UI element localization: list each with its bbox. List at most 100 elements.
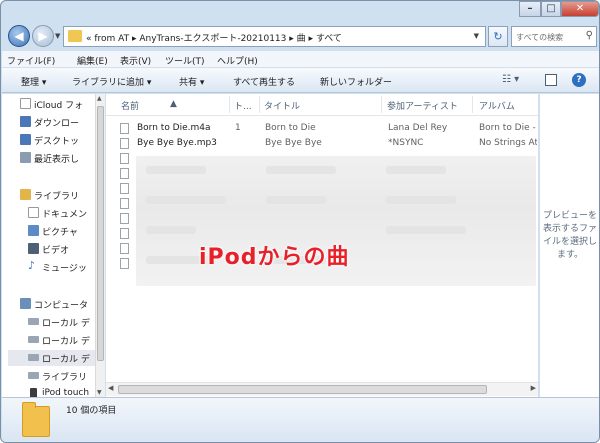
audio-file-icon bbox=[120, 258, 129, 269]
preview-pane-icon[interactable] bbox=[545, 74, 557, 86]
organize-button[interactable]: 整理 ▾ bbox=[21, 75, 46, 88]
scrollbar-thumb[interactable] bbox=[118, 385, 487, 394]
menu-help[interactable]: ヘルプ(H) bbox=[217, 54, 258, 67]
nav-item-downloads[interactable]: ダウンロー bbox=[20, 114, 104, 130]
column-name[interactable]: 名前 bbox=[121, 99, 139, 112]
file-row[interactable]: Born to Die.m4a 1 Born to Die Lana Del R… bbox=[114, 122, 536, 136]
preview-pane: プレビューを表示するファイルを選択します。 bbox=[539, 94, 599, 397]
nav-item-videos[interactable]: ビデオ bbox=[28, 241, 104, 257]
item-count: 10 個の項目 bbox=[66, 406, 117, 416]
scroll-right-icon[interactable]: ▶ bbox=[531, 384, 536, 392]
folder-icon bbox=[68, 30, 82, 42]
audio-file-icon bbox=[120, 228, 129, 239]
documents-icon bbox=[28, 207, 39, 218]
refresh-button[interactable]: ↻ bbox=[488, 26, 508, 47]
file-artist: *NSYNC bbox=[388, 138, 424, 148]
folder-icon bbox=[22, 402, 50, 437]
explorer-window: – □ ✕ ◀ ▶ ▼ « from AT ▸ AnyTrans-エクスポート-… bbox=[0, 0, 600, 443]
computer-icon bbox=[20, 298, 31, 309]
drive-icon bbox=[28, 372, 39, 379]
recent-places-icon bbox=[20, 152, 31, 163]
file-name: Bye Bye Bye.mp3 bbox=[137, 138, 217, 148]
horizontal-scrollbar[interactable]: ◀ ▶ bbox=[106, 382, 538, 396]
file-list: ▲ 名前 ト... タイトル 参加アーティスト アルバム Born to Die… bbox=[106, 94, 538, 397]
nav-item-library-drive[interactable]: ライブラリ bbox=[28, 368, 104, 384]
desktop-icon bbox=[20, 134, 31, 145]
breadcrumb[interactable]: « from AT ▸ AnyTrans-エクスポート-20210113 ▸ 曲… bbox=[86, 31, 342, 44]
nav-item-documents[interactable]: ドキュメン bbox=[28, 205, 104, 221]
nav-item-music[interactable]: ♪ ミュージッ bbox=[28, 259, 104, 275]
pictures-icon bbox=[28, 225, 39, 236]
nav-item-local-disk-1[interactable]: ローカル デ bbox=[28, 314, 104, 330]
menu-bar: ファイル(F) 編集(E) 表示(V) ツール(T) ヘルプ(H) bbox=[2, 51, 599, 68]
sort-ascending-icon: ▲ bbox=[170, 99, 177, 109]
maximize-button[interactable]: □ bbox=[541, 1, 561, 17]
column-header-row: ▲ 名前 ト... タイトル 参加アーティスト アルバム bbox=[106, 94, 538, 116]
file-track: 1 bbox=[235, 123, 241, 133]
icloud-folder-icon bbox=[20, 98, 31, 109]
file-artist: Lana Del Rey bbox=[388, 123, 448, 133]
scroll-up-icon[interactable]: ▲ bbox=[97, 95, 102, 102]
file-row[interactable]: Bye Bye Bye.mp3 Bye Bye Bye *NSYNC No St… bbox=[114, 137, 537, 151]
downloads-icon bbox=[20, 116, 31, 127]
column-title[interactable]: タイトル bbox=[264, 99, 300, 112]
drive-icon bbox=[28, 336, 39, 343]
nav-item-ipod-touch[interactable]: iPod touch bbox=[28, 386, 104, 397]
details-pane: 10 個の項目 bbox=[2, 397, 599, 442]
back-arrow-icon: ◀ bbox=[14, 29, 24, 43]
file-album: Born to Die - bbox=[479, 123, 536, 133]
search-icon[interactable]: ⚲ bbox=[586, 30, 593, 41]
minimize-button[interactable]: – bbox=[519, 1, 541, 17]
help-icon[interactable]: ? bbox=[572, 73, 586, 87]
nav-pane-scrollbar[interactable]: ▲ ▼ bbox=[95, 94, 105, 397]
view-options-icon[interactable]: ☷ ▾ bbox=[502, 74, 519, 85]
menu-tools[interactable]: ツール(T) bbox=[165, 54, 205, 67]
drive-icon bbox=[28, 318, 39, 325]
forward-button[interactable]: ▶ bbox=[32, 25, 54, 47]
audio-file-icon bbox=[120, 153, 129, 164]
nav-item-local-disk-3[interactable]: ローカル デ bbox=[8, 350, 98, 366]
column-track[interactable]: ト... bbox=[234, 99, 252, 112]
scroll-down-icon[interactable]: ▼ bbox=[97, 389, 102, 396]
drive-icon bbox=[28, 354, 39, 361]
forward-arrow-icon: ▶ bbox=[38, 29, 48, 43]
scroll-left-icon[interactable]: ◀ bbox=[108, 384, 113, 392]
back-button[interactable]: ◀ bbox=[8, 25, 30, 47]
nav-item-icloud[interactable]: iCloud フォ bbox=[20, 96, 104, 112]
play-all-button[interactable]: すべて再生する bbox=[233, 75, 295, 88]
music-icon: ♪ bbox=[28, 259, 36, 272]
menu-edit[interactable]: 編集(E) bbox=[77, 54, 108, 67]
audio-file-icon bbox=[120, 213, 129, 224]
scrollbar-thumb[interactable] bbox=[97, 106, 104, 361]
nav-item-pictures[interactable]: ピクチャ bbox=[28, 223, 104, 239]
audio-file-icon bbox=[120, 183, 129, 194]
preview-message: プレビューを表示するファイルを選択します。 bbox=[542, 211, 597, 260]
videos-icon bbox=[28, 243, 39, 254]
file-title: Born to Die bbox=[265, 123, 316, 133]
file-name: Born to Die.m4a bbox=[137, 123, 211, 133]
column-album[interactable]: アルバム bbox=[479, 99, 515, 112]
command-bar: 整理 ▾ ライブラリに追加 ▾ 共有 ▾ すべて再生する 新しいフォルダー ☷ … bbox=[2, 68, 599, 93]
recent-pages-dropdown[interactable]: ▼ bbox=[55, 32, 60, 40]
add-to-library-button[interactable]: ライブラリに追加 ▾ bbox=[72, 75, 151, 88]
new-folder-button[interactable]: 新しいフォルダー bbox=[320, 75, 392, 88]
nav-item-recent[interactable]: 最近表示し bbox=[20, 150, 104, 166]
nav-item-computer[interactable]: コンピュータ bbox=[20, 296, 104, 312]
search-input[interactable]: すべての検索 ⚲ bbox=[511, 26, 597, 47]
column-artist[interactable]: 参加アーティスト bbox=[387, 99, 458, 112]
menu-file[interactable]: ファイル(F) bbox=[7, 54, 55, 67]
menu-view[interactable]: 表示(V) bbox=[120, 54, 151, 67]
chevron-down-icon[interactable]: ▼ bbox=[474, 32, 479, 40]
audio-file-icon bbox=[120, 198, 129, 209]
nav-item-local-disk-2[interactable]: ローカル デ bbox=[28, 332, 104, 348]
search-placeholder: すべての検索 bbox=[516, 33, 564, 42]
audio-file-icon bbox=[120, 138, 129, 149]
close-button[interactable]: ✕ bbox=[561, 1, 599, 17]
navigation-pane: iCloud フォ ダウンロー デスクトッ 最近表示し ライブラリ ドキュメン … bbox=[2, 94, 105, 397]
nav-item-libraries[interactable]: ライブラリ bbox=[20, 187, 104, 203]
address-bar[interactable]: « from AT ▸ AnyTrans-エクスポート-20210113 ▸ 曲… bbox=[63, 26, 486, 47]
audio-file-icon bbox=[120, 243, 129, 254]
share-button[interactable]: 共有 ▾ bbox=[179, 75, 204, 88]
ipod-icon bbox=[30, 388, 37, 397]
nav-item-desktop[interactable]: デスクトッ bbox=[20, 132, 104, 148]
